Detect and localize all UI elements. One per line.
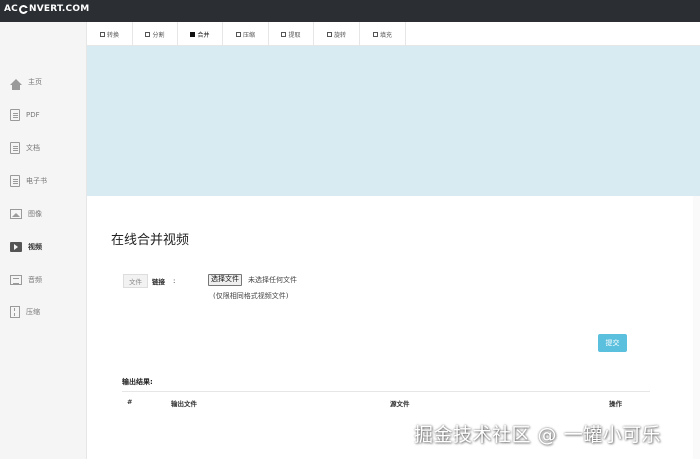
top-bar: AC NVERT.COM xyxy=(0,0,700,22)
sidebar: 主页 PDF 文档 电子书 图像 视频 音频 压缩 xyxy=(0,22,87,459)
file-status: 未选择任何文件 xyxy=(248,276,297,284)
sidebar-item-label: 音频 xyxy=(28,276,42,284)
tab-merge[interactable]: 合并 xyxy=(178,22,223,46)
checkbox-icon xyxy=(326,31,332,37)
source-link-option[interactable]: 链接 xyxy=(148,275,169,287)
site-logo[interactable]: AC NVERT.COM xyxy=(4,4,89,14)
tab-label: 合并 xyxy=(197,31,210,39)
sidebar-item-image[interactable]: 图像 xyxy=(0,202,87,226)
column-header-actions: 操作 xyxy=(609,400,622,408)
source-file-option[interactable]: 文件 xyxy=(123,274,148,288)
results-label: 输出结果: xyxy=(122,378,153,386)
sidebar-item-video[interactable]: 视频 xyxy=(0,235,87,259)
sidebar-item-label: 电子书 xyxy=(26,177,47,185)
sidebar-item-home[interactable]: 主页 xyxy=(0,70,87,94)
tab-convert[interactable]: 转换 xyxy=(87,22,133,46)
logo-text-right: NVERT.COM xyxy=(28,4,90,14)
image-icon xyxy=(10,209,22,219)
tab-label: 旋转 xyxy=(333,31,346,39)
column-header-source-file: 源文件 xyxy=(390,400,410,408)
sidebar-item-label: 主页 xyxy=(28,78,42,86)
sidebar-item-audio[interactable]: 音频 xyxy=(0,268,87,292)
banner xyxy=(87,46,700,196)
tab-fill[interactable]: 填充 xyxy=(360,22,406,46)
checkbox-icon xyxy=(235,31,241,37)
tab-compress[interactable]: 压缩 xyxy=(223,22,269,46)
audio-icon xyxy=(10,275,22,285)
tab-label: 提取 xyxy=(288,31,301,39)
choose-file-button[interactable]: 选择文件 xyxy=(208,274,242,286)
checkbox-icon xyxy=(145,31,151,37)
tab-label: 分割 xyxy=(152,31,165,39)
sidebar-item-archive[interactable]: 压缩 xyxy=(0,300,87,324)
column-header-output-file: 输出文件 xyxy=(171,400,197,408)
document-icon xyxy=(10,142,20,154)
logo-mark-icon xyxy=(18,4,29,14)
sidebar-item-label: 视频 xyxy=(28,243,42,251)
video-icon xyxy=(10,242,22,252)
checkbox-icon xyxy=(372,31,378,37)
submit-button[interactable]: 提交 xyxy=(598,334,627,352)
pdf-file-icon xyxy=(10,109,20,121)
tab-label: 转换 xyxy=(106,31,119,39)
checkbox-icon xyxy=(281,31,287,37)
tab-rotate[interactable]: 旋转 xyxy=(314,22,360,46)
sidebar-item-label: 压缩 xyxy=(26,308,40,316)
source-toggle: 文件 链接 : xyxy=(123,274,176,288)
column-header-index: # xyxy=(127,398,133,406)
logo-text-left: AC xyxy=(4,4,18,14)
sidebar-item-label: 图像 xyxy=(28,210,42,218)
tab-label: 压缩 xyxy=(242,31,255,39)
sidebar-item-label: 文档 xyxy=(26,144,40,152)
home-icon xyxy=(10,79,22,90)
sidebar-item-label: PDF xyxy=(26,111,40,119)
tab-label: 填充 xyxy=(379,31,392,39)
sidebar-item-ebook[interactable]: 电子书 xyxy=(0,169,87,193)
scrollbar[interactable] xyxy=(693,196,700,459)
source-colon: : xyxy=(173,277,176,285)
tab-extract[interactable]: 提取 xyxy=(269,22,314,46)
file-format-hint: (仅限相同格式视频文件) xyxy=(213,292,289,300)
archive-icon xyxy=(10,306,20,318)
sidebar-item-pdf[interactable]: PDF xyxy=(0,103,87,127)
tool-tabs: 转换 分割 合并 压缩 提取 旋转 填充 xyxy=(87,22,700,46)
ebook-icon xyxy=(10,175,20,187)
checkbox-icon xyxy=(99,31,105,37)
results-divider xyxy=(122,391,650,392)
page-title: 在线合并视频 xyxy=(111,233,190,248)
tab-split[interactable]: 分割 xyxy=(133,22,178,46)
sidebar-item-document[interactable]: 文档 xyxy=(0,136,87,160)
checkbox-checked-icon xyxy=(190,31,196,37)
watermark: 掘金技术社区 @ 一罐小可乐 xyxy=(414,424,662,446)
